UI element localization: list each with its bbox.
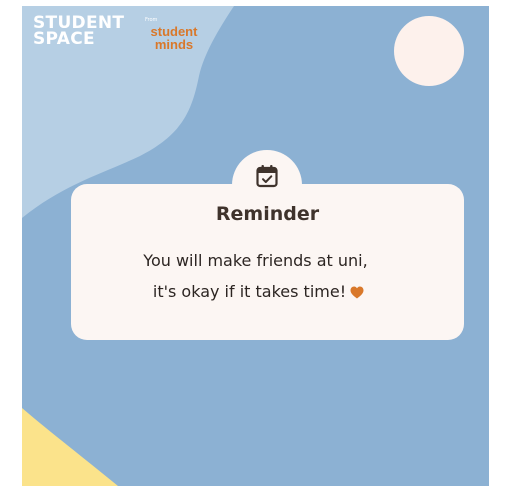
student-minds-wordmark: student minds (143, 25, 205, 51)
card-message-line-1: You will make friends at uni, (143, 251, 368, 270)
card-message-line-2-text: it's okay if it takes time! (152, 282, 347, 301)
calendar-check-icon (256, 165, 278, 188)
student-space-logo: STUDENT SPACE From student minds (33, 15, 213, 65)
yellow-corner-shape (22, 408, 118, 486)
reminder-graphic: STUDENT SPACE From student minds Reminde… (22, 6, 489, 486)
heart-icon (350, 286, 364, 299)
logo-space-text: SPACE (33, 29, 95, 49)
logo-from-text: From (145, 17, 158, 23)
sun-circle (394, 16, 464, 86)
student-space-wordmark: STUDENT SPACE (33, 15, 124, 49)
card-message-line-2: it's okay if it takes time! (25, 282, 489, 302)
logo-student-minds-line-2: minds (154, 37, 194, 52)
card-title: Reminder (215, 203, 320, 225)
